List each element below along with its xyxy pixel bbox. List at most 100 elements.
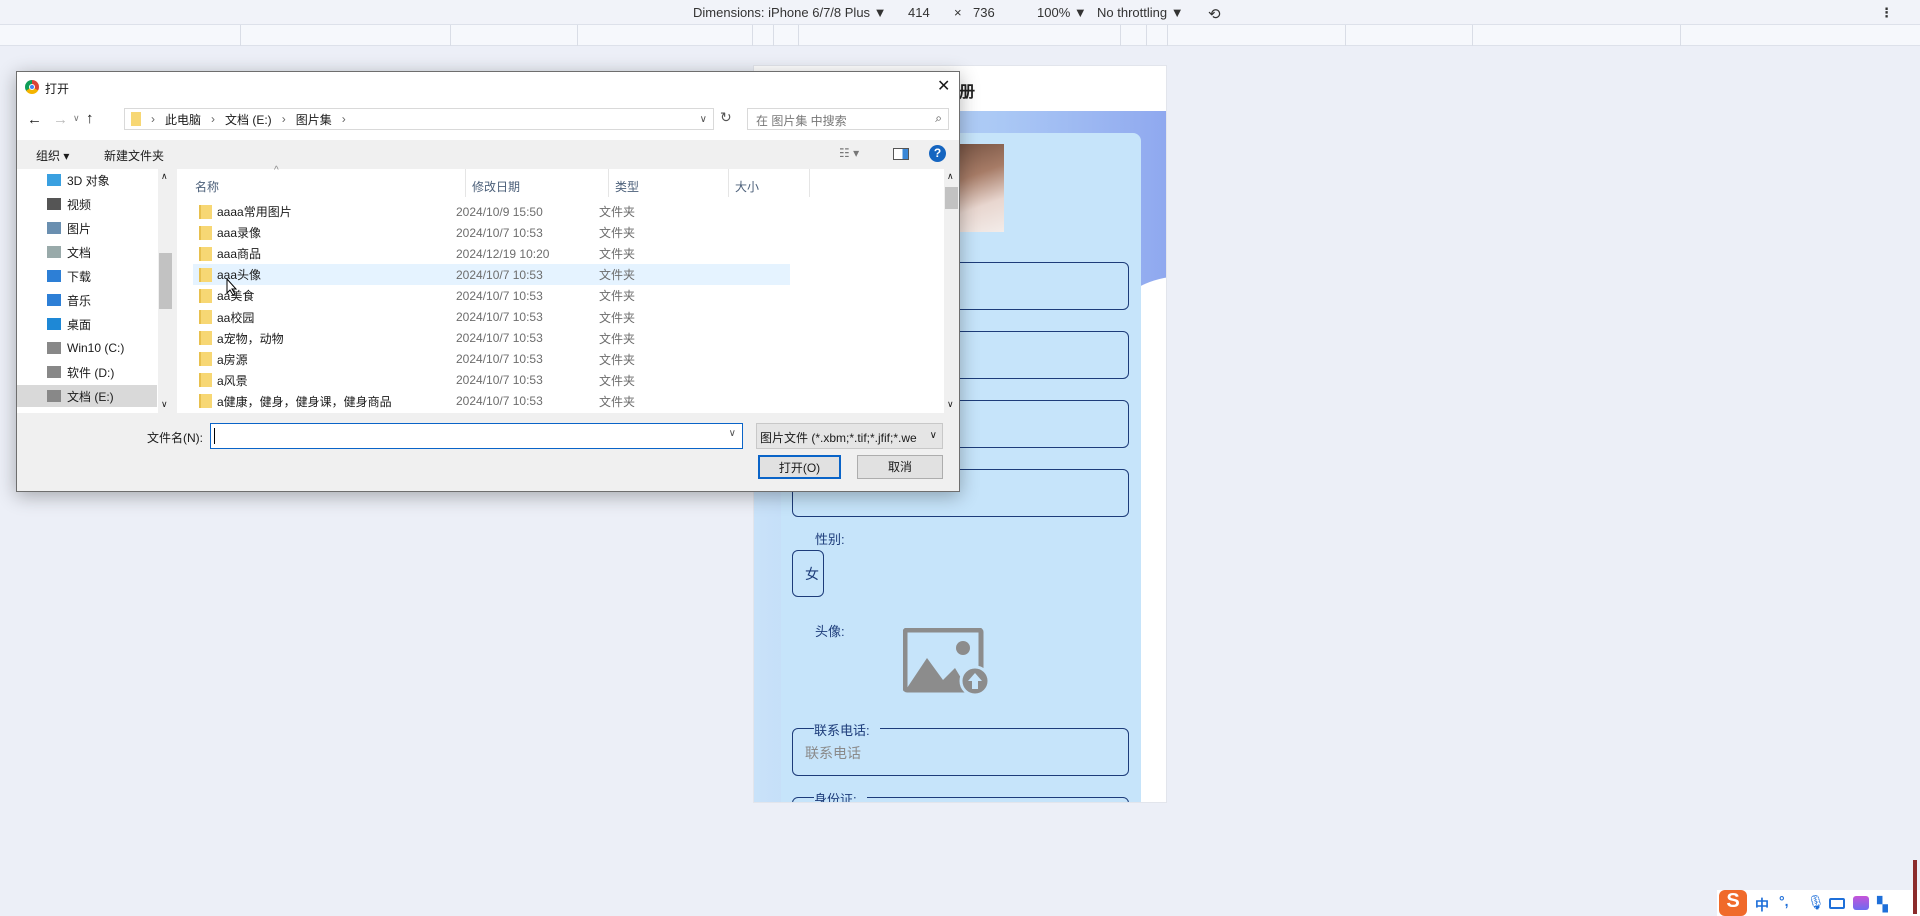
file-name: aaa录像: [217, 226, 262, 241]
nav-item-label: 3D 对象: [67, 173, 110, 188]
folder-icon: [199, 288, 212, 303]
file-row[interactable]: aaa商品 2024/12/19 10:20 文件夹: [193, 243, 790, 264]
file-row[interactable]: aa校园 2024/10/7 10:53 文件夹: [193, 307, 790, 328]
help-icon[interactable]: ?: [929, 145, 946, 162]
microphone-icon[interactable]: 🎙: [1807, 894, 1825, 911]
device-select[interactable]: Dimensions: iPhone 6/7/8 Plus ▼: [693, 5, 887, 20]
column-date[interactable]: 修改日期: [472, 178, 520, 195]
nav-icon: [47, 222, 61, 234]
nav-icon: [47, 294, 61, 306]
keyboard-icon[interactable]: [1829, 898, 1845, 909]
file-name: a风景: [217, 373, 248, 388]
file-list-scrollbar[interactable]: ∧ ∨: [944, 169, 959, 413]
folder-icon: [199, 394, 212, 409]
cancel-button[interactable]: 取消: [857, 455, 943, 479]
folder-icon: [131, 112, 141, 126]
filename-dropdown-icon[interactable]: ∨: [729, 428, 736, 439]
column-type[interactable]: 类型: [615, 178, 639, 195]
preview-pane-icon[interactable]: [893, 148, 909, 160]
file-list: ^ 名称 修改日期 类型 大小 aaaa常用图片 2024/10/9 15:50 文…: [177, 165, 959, 413]
height-input[interactable]: 736: [973, 5, 995, 20]
sogou-logo-icon[interactable]: S: [1719, 890, 1747, 916]
file-row[interactable]: a健康，健身，健身课，健身商品 2024/10/7 10:53 文件夹: [193, 391, 790, 412]
zoom-select[interactable]: 100% ▼: [1037, 5, 1087, 20]
file-row[interactable]: a宠物，动物 2024/10/7 10:53 文件夹: [193, 328, 790, 349]
file-row[interactable]: aaaa常用图片 2024/10/9 15:50 文件夹: [193, 201, 790, 222]
nav-item[interactable]: 图片: [17, 217, 157, 239]
folder-icon: [199, 373, 212, 388]
view-options-icon[interactable]: ☷ ▾: [839, 146, 859, 160]
file-date: 2024/10/7 10:53: [456, 267, 543, 282]
ime-punctuation-toggle[interactable]: °,: [1779, 893, 1789, 909]
more-menu-icon[interactable]: ⋮: [1880, 5, 1893, 21]
organize-button[interactable]: 组织 ▾: [36, 147, 69, 164]
address-bar[interactable]: › 此电脑 › 文档 (E:) › 图片集 › ∨: [124, 108, 714, 130]
nav-item[interactable]: 下载: [17, 265, 157, 287]
file-type: 文件夹: [599, 373, 636, 388]
recent-chevron-icon[interactable]: ∨: [73, 113, 80, 124]
nav-item[interactable]: 音乐: [17, 289, 157, 311]
file-name: a宠物，动物: [217, 331, 284, 346]
back-icon[interactable]: ←: [27, 111, 42, 128]
file-type: 文件夹: [599, 205, 636, 219]
file-type: 文件夹: [599, 352, 636, 367]
filename-label: 文件名(N):: [147, 431, 203, 445]
nav-item[interactable]: Win10 (C:): [17, 337, 157, 359]
sort-ascending-icon: ^: [274, 165, 279, 176]
nav-item[interactable]: 桌面: [17, 313, 157, 335]
nav-item[interactable]: 视频: [17, 193, 157, 215]
file-date: 2024/10/7 10:53: [456, 331, 543, 346]
gender-select[interactable]: 女: [792, 550, 824, 597]
rotate-icon[interactable]: ⟲: [1208, 5, 1221, 23]
file-row[interactable]: a风景 2024/10/7 10:53 文件夹: [193, 370, 790, 391]
address-dropdown-icon[interactable]: ∨: [700, 114, 707, 125]
nav-item[interactable]: 文档 (E:): [17, 385, 157, 407]
breadcrumb-drive-e[interactable]: 文档 (E:): [225, 111, 272, 128]
nav-item[interactable]: 3D 对象: [17, 169, 157, 191]
search-input[interactable]: 在 图片集 中搜索 ⌕: [747, 108, 949, 130]
folder-icon: [199, 352, 212, 367]
forward-icon[interactable]: →: [53, 111, 68, 128]
id-card-label: 身份证:: [814, 789, 867, 802]
ime-language-toggle[interactable]: 中: [1755, 895, 1769, 915]
ime-toolbar: S 中 °, 🎙 ▚: [1717, 860, 1920, 916]
throttling-select[interactable]: No throttling ▼: [1097, 5, 1184, 20]
nav-icon: [47, 174, 61, 186]
nav-icon: [47, 318, 61, 330]
nav-item[interactable]: 文档: [17, 241, 157, 263]
column-name[interactable]: 名称: [195, 178, 219, 195]
file-type: 文件夹: [599, 310, 636, 325]
file-row[interactable]: a房源 2024/10/7 10:53 文件夹: [193, 349, 790, 370]
file-type: 文件夹: [599, 268, 636, 283]
file-type-select[interactable]: 图片文件 (*.xbm;*.tif;*.jfif;*.we ∨: [756, 423, 943, 449]
width-input[interactable]: 414: [908, 5, 930, 20]
breadcrumb-pictures[interactable]: 图片集: [296, 111, 332, 128]
filename-input[interactable]: ∨: [210, 423, 743, 449]
avatar-label: 头像:: [815, 624, 845, 639]
file-row[interactable]: aaa录像 2024/10/7 10:53 文件夹: [193, 222, 790, 243]
file-name: aaa头像: [217, 268, 262, 283]
file-type: 文件夹: [599, 247, 636, 262]
file-row[interactable]: aaa头像 2024/10/7 10:53 文件夹: [193, 264, 790, 286]
folder-icon: [199, 225, 212, 240]
close-button[interactable]: ✕: [937, 76, 950, 96]
file-type: 文件夹: [599, 331, 636, 346]
nav-scrollbar[interactable]: ∧ ∨: [158, 169, 173, 413]
phone-placeholder: 联系电话: [805, 745, 861, 761]
nav-item[interactable]: 软件 (D:): [17, 361, 157, 383]
toolbox-icon[interactable]: ▚: [1877, 896, 1888, 913]
nav-icon: [47, 270, 61, 282]
column-size[interactable]: 大小: [735, 178, 759, 195]
dialog-title: 打开: [45, 82, 70, 96]
file-type: 文件夹: [599, 226, 636, 241]
file-row[interactable]: aa美食 2024/10/7 10:53 文件夹: [193, 285, 790, 306]
skin-icon[interactable]: [1853, 896, 1869, 910]
refresh-icon[interactable]: ↻: [720, 109, 732, 126]
folder-icon: [199, 204, 212, 219]
file-date: 2024/10/7 10:53: [456, 352, 543, 367]
new-folder-button[interactable]: 新建文件夹: [104, 147, 164, 164]
breadcrumb-this-pc[interactable]: 此电脑: [165, 111, 201, 128]
up-icon[interactable]: ↑: [86, 110, 94, 127]
open-button[interactable]: 打开(O): [758, 455, 841, 479]
image-upload-icon[interactable]: [902, 627, 991, 701]
